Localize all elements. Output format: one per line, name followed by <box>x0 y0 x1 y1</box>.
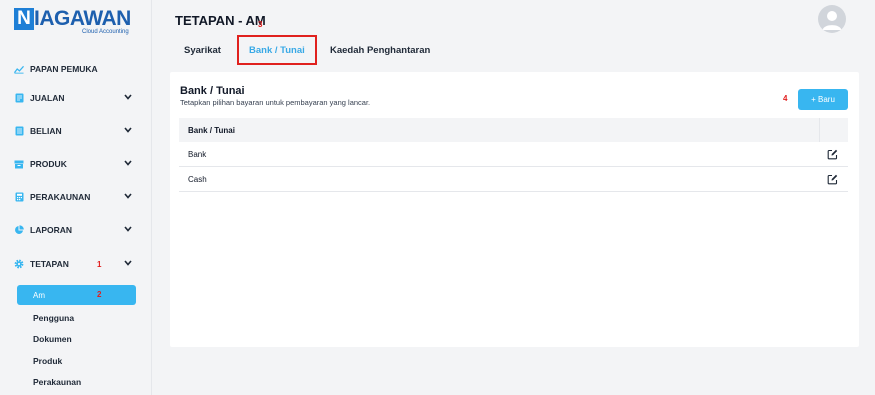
add-new-button[interactable]: + Baru <box>798 89 848 110</box>
bank-tunai-table: Bank / Tunai Bank Cash <box>179 118 848 192</box>
chevron-down-icon[interactable] <box>124 258 132 268</box>
sidebar-item-label: TETAPAN <box>30 259 69 269</box>
annotation-badge: 4 <box>783 94 788 103</box>
table-cell-name: Bank <box>188 149 207 159</box>
calculator-icon <box>14 192 24 202</box>
sidebar-item-label: PAPAN PEMUKA <box>30 64 98 74</box>
chevron-down-icon[interactable] <box>124 92 132 102</box>
sidebar-subitem-pengguna[interactable]: Pengguna <box>33 313 74 323</box>
sidebar-subitem-perakaunan[interactable]: Perakaunan <box>33 377 81 387</box>
logo-subtitle: Cloud Accounting <box>82 29 129 35</box>
card-title: Bank / Tunai <box>180 85 245 97</box>
tab-bank-tunai[interactable]: Bank / Tunai <box>237 35 317 65</box>
sidebar-item-jualan[interactable]: JUALAN <box>14 89 138 107</box>
column-header-actions <box>819 118 848 142</box>
sidebar-item-papan-pemuka[interactable]: PAPAN PEMUKA <box>14 60 138 78</box>
page-title: TETAPAN - AM <box>175 13 266 28</box>
tab-kaedah-penghantaran[interactable]: Kaedah Penghantaran <box>330 36 430 64</box>
edit-icon[interactable] <box>827 149 838 160</box>
sidebar-item-label: PRODUK <box>30 159 67 169</box>
chart-line-icon <box>14 64 24 74</box>
edit-icon[interactable] <box>827 174 838 185</box>
sidebar-item-label: BELIAN <box>30 126 62 136</box>
annotation-badge: 3 <box>258 20 263 29</box>
gear-icon <box>14 259 24 269</box>
chevron-down-icon[interactable] <box>124 191 132 201</box>
table-row[interactable]: Cash <box>179 167 848 192</box>
sidebar-subitem-am[interactable]: Am 2 <box>17 285 136 305</box>
sidebar-item-laporan[interactable]: LAPORAN <box>14 221 138 239</box>
sidebar-subitem-label: Am <box>33 290 45 300</box>
logo-initial: N <box>14 8 34 30</box>
chevron-down-icon[interactable] <box>124 158 132 168</box>
table-row[interactable]: Bank <box>179 142 848 167</box>
sidebar-item-produk[interactable]: PRODUK <box>14 155 138 173</box>
chevron-down-icon[interactable] <box>124 125 132 135</box>
logo-text: IAGAWAN <box>34 7 131 30</box>
sidebar-item-label: PERAKAUNAN <box>30 192 91 202</box>
tab-syarikat[interactable]: Syarikat <box>184 36 221 64</box>
brand-logo[interactable]: N IAGAWAN Cloud Accounting <box>14 8 140 38</box>
sidebar-item-tetapan[interactable]: TETAPAN 1 <box>14 255 138 273</box>
user-avatar-icon <box>822 11 842 30</box>
bank-tunai-card: Bank / Tunai Tetapkan pilihan bayaran un… <box>170 72 859 347</box>
sidebar-item-perakaunan[interactable]: PERAKAUNAN <box>14 188 138 206</box>
sidebar: N IAGAWAN Cloud Accounting PAPAN PEMUKA … <box>0 0 152 395</box>
sidebar-item-label: JUALAN <box>30 93 65 103</box>
box-icon <box>14 159 24 169</box>
document-icon <box>14 126 24 136</box>
pie-chart-icon <box>14 225 24 235</box>
table-cell-name: Cash <box>188 174 207 184</box>
sidebar-item-belian[interactable]: BELIAN <box>14 122 138 140</box>
receipt-icon <box>14 93 24 103</box>
card-subtitle: Tetapkan pilihan bayaran untuk pembayara… <box>180 98 371 107</box>
annotation-badge: 1 <box>97 260 102 269</box>
table-header: Bank / Tunai <box>179 118 848 142</box>
avatar[interactable] <box>818 5 846 33</box>
annotation-badge: 2 <box>97 290 102 299</box>
chevron-down-icon[interactable] <box>124 224 132 234</box>
sidebar-item-label: LAPORAN <box>30 225 73 235</box>
sidebar-subitem-produk[interactable]: Produk <box>33 356 62 366</box>
column-header-bank-tunai[interactable]: Bank / Tunai <box>179 126 235 135</box>
sidebar-subitem-dokumen[interactable]: Dokumen <box>33 334 72 344</box>
